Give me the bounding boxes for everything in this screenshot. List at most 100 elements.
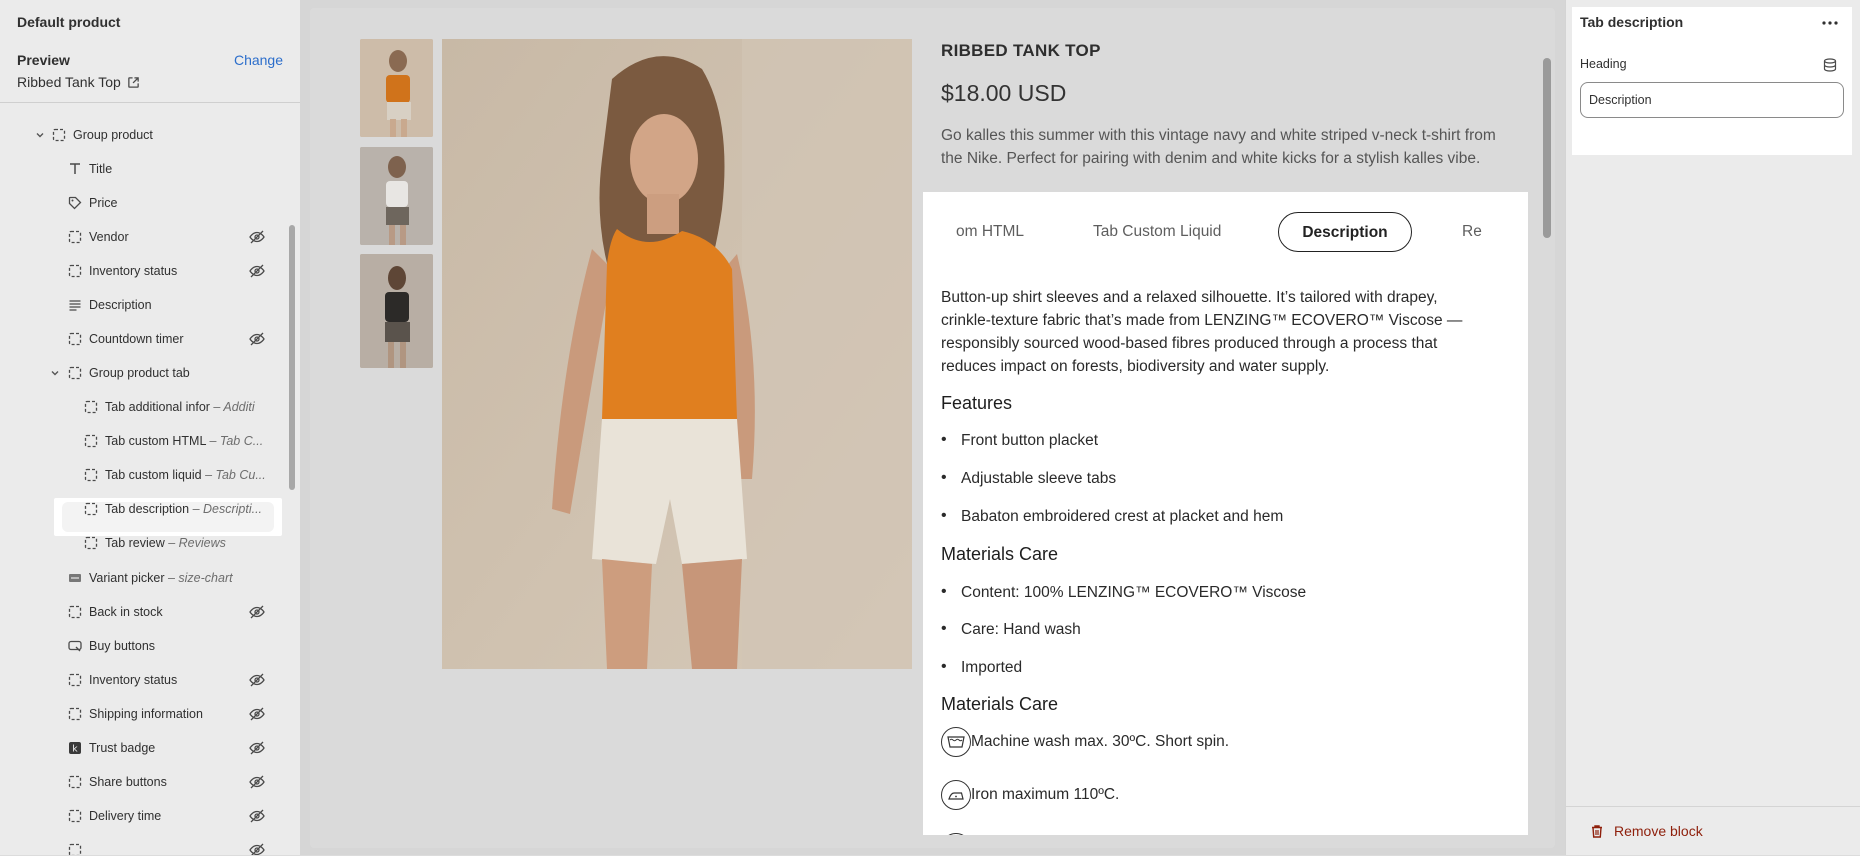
tab-custom-liquid[interactable]: Tab Custom Liquid: [1093, 212, 1221, 252]
eye-hidden-icon[interactable]: [248, 705, 266, 723]
iron-icon: [941, 780, 971, 810]
tree-item-label: Delivery time: [89, 809, 162, 823]
preview-label: Preview: [17, 52, 70, 68]
tree-item-tab-additional-infor[interactable]: Tab additional infor – Additi: [0, 390, 290, 424]
preview-product-name: Ribbed Tank Top: [17, 74, 121, 90]
external-link-icon: [127, 76, 140, 89]
remove-block-button[interactable]: Remove block: [1590, 823, 1703, 839]
care-icon: [941, 833, 971, 835]
dynamic-source-icon[interactable]: [1822, 57, 1838, 73]
tree-item-label: Trust badge: [89, 741, 156, 755]
settings-title: Tab description: [1580, 14, 1684, 30]
change-preview-button[interactable]: Change: [234, 52, 283, 68]
block-settings-panel: Tab description Heading Description Remo…: [1565, 0, 1860, 855]
care-text: Iron maximum 110ºC.: [971, 786, 1120, 803]
tree-item-partial[interactable]: [0, 833, 290, 855]
material-item: Content: 100% LENZING™ ECOVERO™ Viscose: [941, 583, 1306, 602]
heading-label: Heading: [1580, 57, 1627, 71]
paragraph-icon: [67, 297, 83, 313]
tree-item-tab-custom-liquid[interactable]: Tab custom liquid – Tab Cu...: [0, 458, 290, 492]
block-icon: [67, 706, 83, 722]
block-icon: [83, 501, 99, 517]
product-thumbnail-3[interactable]: [360, 254, 433, 368]
product-thumbnail-2[interactable]: [360, 147, 433, 245]
product-thumbnail-1[interactable]: [360, 39, 433, 137]
tree-item-label: Back in stock: [89, 605, 163, 619]
tree-item-trust-badge[interactable]: k Trust badge: [0, 731, 290, 765]
eye-hidden-icon[interactable]: [248, 807, 266, 825]
tree-item-share-buttons[interactable]: Share buttons: [0, 765, 290, 799]
tree-item-buy-buttons[interactable]: Buy buttons: [0, 629, 290, 663]
tree-item-description[interactable]: Description: [0, 288, 290, 322]
tree-item-title[interactable]: Title: [0, 152, 290, 186]
tree-item-label: Description: [89, 298, 152, 312]
chevron-down-icon[interactable]: [33, 128, 47, 142]
tab-description[interactable]: Description: [1278, 212, 1412, 252]
template-title: Default product: [17, 14, 121, 30]
tree-item-label: Tab custom liquid – Tab Cu...: [105, 468, 266, 482]
tree-item-vendor[interactable]: Vendor: [0, 220, 290, 254]
tree-item-shipping-information[interactable]: Shipping information: [0, 697, 290, 731]
care-item-partial: [941, 833, 971, 835]
block-icon: [67, 774, 83, 790]
tree-item-label: Group product: [73, 128, 153, 142]
eye-hidden-icon[interactable]: [248, 228, 266, 246]
tree-item-inventory-status-2[interactable]: Inventory status: [0, 663, 290, 697]
care-text: Machine wash max. 30ºC. Short spin.: [971, 733, 1230, 750]
tree-item-back-in-stock[interactable]: Back in stock: [0, 595, 290, 629]
product-main-image[interactable]: [442, 39, 912, 669]
tab-custom-html[interactable]: om HTML: [956, 212, 1024, 252]
tab-reviews[interactable]: Re: [1462, 212, 1482, 252]
tree-item-label: Tab additional infor – Additi: [105, 400, 255, 414]
tree-item-tab-description[interactable]: Tab description – Descripti...: [0, 492, 290, 526]
tree-item-group-product-tab[interactable]: Group product tab: [0, 356, 290, 390]
preview-product-link[interactable]: Ribbed Tank Top: [17, 74, 283, 90]
block-icon: [83, 399, 99, 415]
eye-hidden-icon[interactable]: [248, 841, 266, 855]
eye-hidden-icon[interactable]: [248, 671, 266, 689]
feature-item: Babaton embroidered crest at placket and…: [941, 507, 1283, 526]
tree-item-label: Vendor: [89, 230, 129, 244]
tree-item-countdown-timer[interactable]: Countdown timer: [0, 322, 290, 356]
product-title: RIBBED TANK TOP: [941, 41, 1101, 60]
settings-card: Tab description Heading Description: [1572, 7, 1852, 155]
eye-hidden-icon[interactable]: [248, 739, 266, 757]
tree-item-tab-custom-html[interactable]: Tab custom HTML – Tab C...: [0, 424, 290, 458]
eye-hidden-icon[interactable]: [248, 330, 266, 348]
description-intro: Button-up shirt sleeves and a relaxed si…: [941, 289, 1463, 375]
tree-item-variant-picker[interactable]: Variant picker – size-chart: [0, 561, 290, 595]
tree-item-label: Price: [89, 196, 118, 210]
buy-button-icon: [67, 638, 83, 654]
tree-item-group-product[interactable]: Group product: [0, 118, 290, 152]
care-item: Iron maximum 110ºC.: [941, 780, 1119, 810]
app-block-icon: k: [67, 740, 83, 756]
washing-basin-icon: [941, 727, 971, 757]
tree-item-label: Tab review – Reviews: [105, 536, 226, 550]
tree-item-price[interactable]: Price: [0, 186, 290, 220]
tree-item-inventory-status[interactable]: Inventory status: [0, 254, 290, 288]
care-heading: Materials Care: [941, 694, 1059, 714]
product-description: Go kalles this summer with this vintage …: [941, 127, 1496, 167]
eye-hidden-icon[interactable]: [248, 603, 266, 621]
more-options-icon[interactable]: [1820, 15, 1840, 31]
settings-footer: Remove block: [1566, 806, 1860, 856]
remove-block-label: Remove block: [1614, 823, 1703, 839]
tree-item-tab-review[interactable]: Tab review – Reviews: [0, 526, 290, 560]
block-icon: [83, 433, 99, 449]
preview-scrollbar[interactable]: [1543, 58, 1551, 238]
tree-item-label: Tab custom HTML – Tab C...: [105, 434, 264, 448]
product-tabs: om HTML Tab Custom Liquid Description Re: [923, 212, 1528, 252]
heading-input[interactable]: Description: [1580, 82, 1844, 118]
eye-hidden-icon[interactable]: [248, 773, 266, 791]
tab-content-popup: om HTML Tab Custom Liquid Description Re…: [923, 192, 1528, 835]
block-icon: [67, 672, 83, 688]
tree-item-delivery-time[interactable]: Delivery time: [0, 799, 290, 833]
eye-hidden-icon[interactable]: [248, 262, 266, 280]
feature-item: Adjustable sleeve tabs: [941, 469, 1116, 488]
care-item: Machine wash max. 30ºC. Short spin.: [941, 727, 1229, 757]
trash-icon: [1590, 824, 1604, 839]
block-icon: [83, 467, 99, 483]
sidebar-scrollbar[interactable]: [289, 225, 295, 490]
editor-sidebar: Default product Preview Change Ribbed Ta…: [0, 0, 300, 855]
chevron-down-icon[interactable]: [48, 366, 62, 380]
